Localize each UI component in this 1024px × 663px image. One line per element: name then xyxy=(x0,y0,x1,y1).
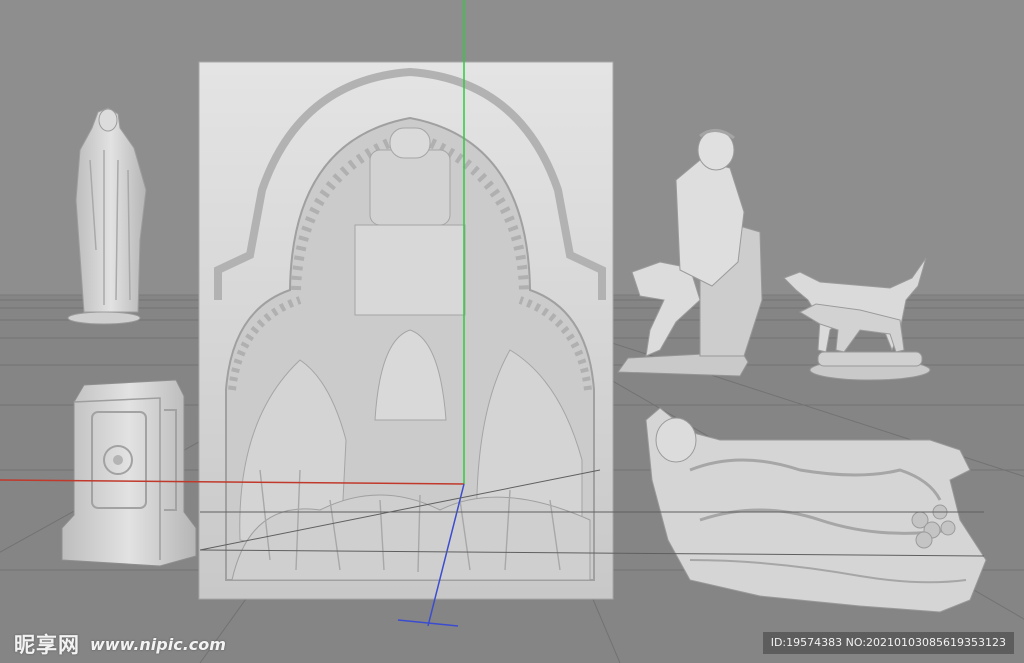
ornate-pedestal[interactable] xyxy=(61,379,197,567)
watermark-logo: 昵享网 www.nipic.com xyxy=(0,625,330,663)
watermark-logo-text: 昵享网 xyxy=(14,633,80,657)
watermark-id-badge: ID:19574383 NO:20210103085619353123 xyxy=(762,632,1014,654)
3d-viewport[interactable]: 昵享网 www.nipic.com ID:19574383 NO:2021010… xyxy=(0,0,1024,663)
watermark-url: www.nipic.com xyxy=(90,634,226,654)
standing-robed-statue[interactable] xyxy=(67,107,147,325)
viewport-scene xyxy=(0,0,1024,663)
gothic-altar-relief[interactable] xyxy=(198,61,614,600)
